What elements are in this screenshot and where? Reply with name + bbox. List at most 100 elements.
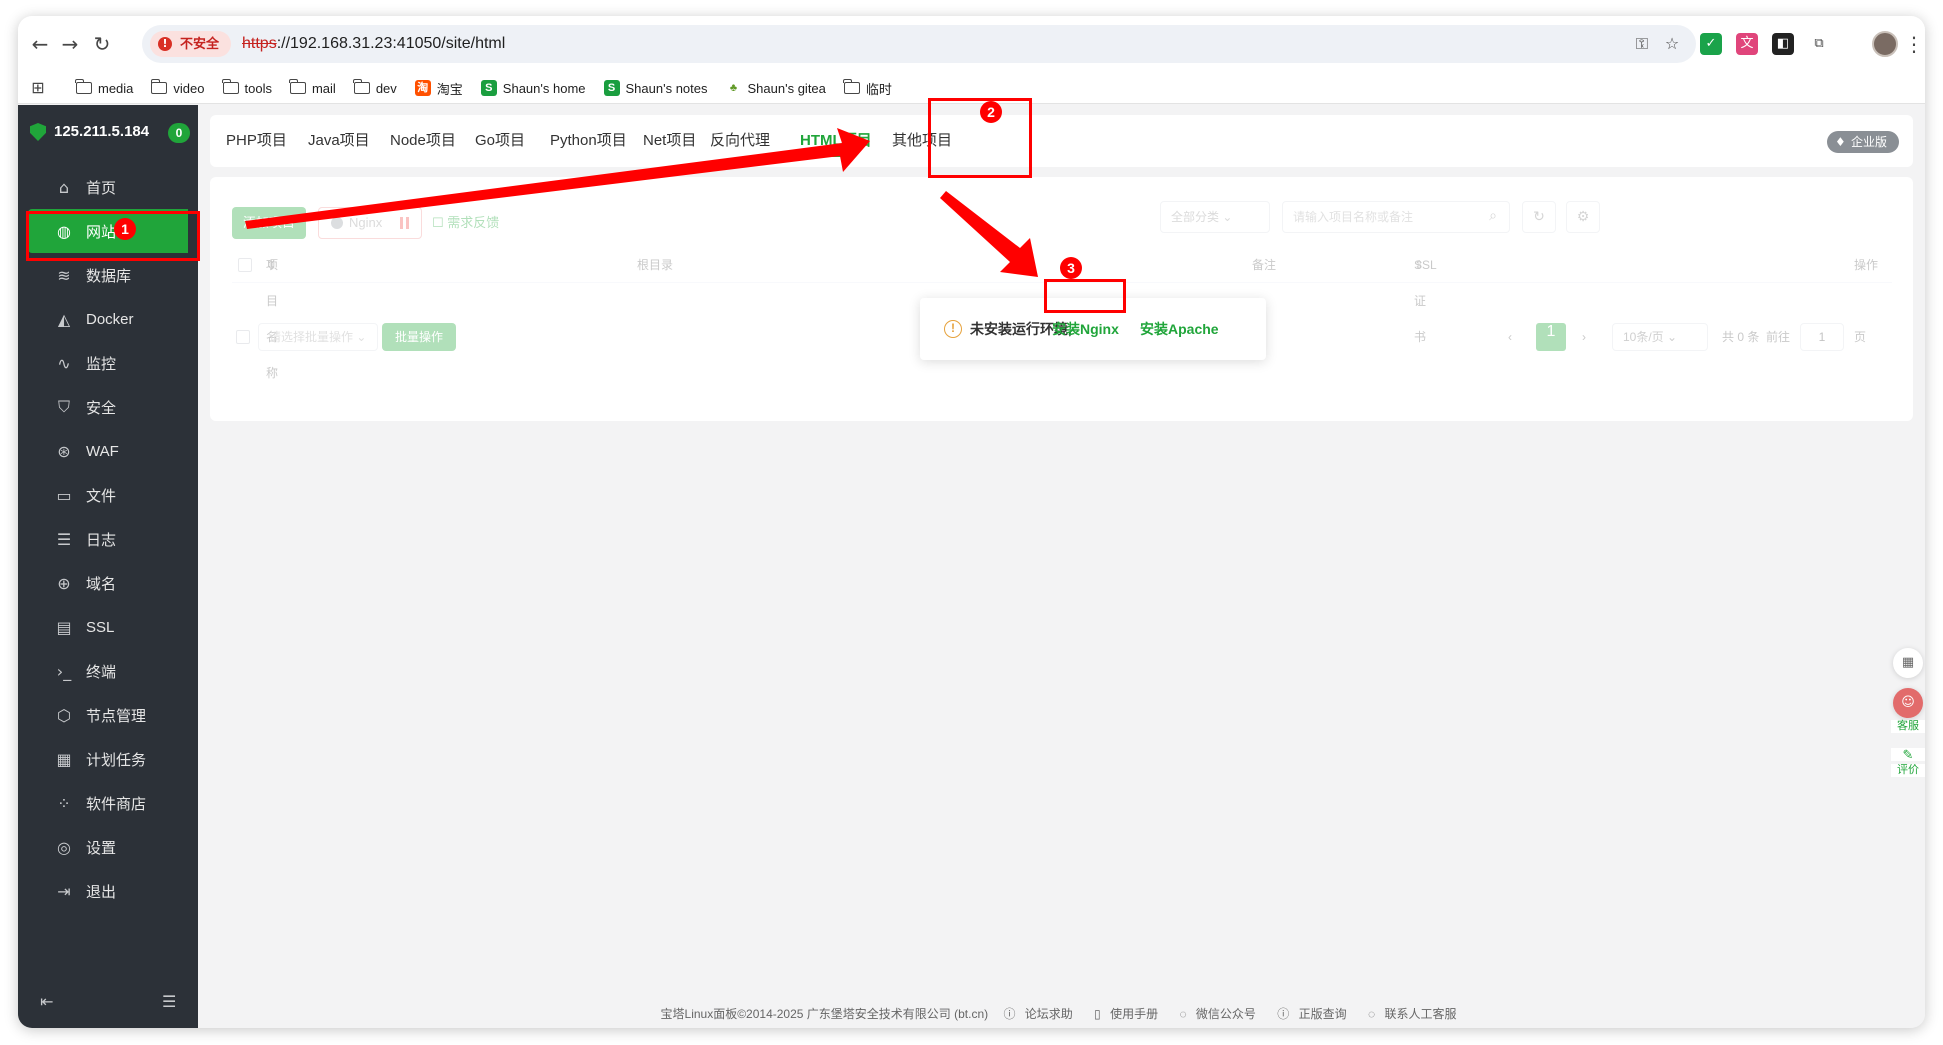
security-indicator[interactable]: ! 不安全 [150, 31, 232, 57]
prev-page-icon[interactable]: ‹ [1508, 323, 1512, 351]
sidebar-item-4[interactable]: ∿ 监控 [18, 341, 198, 385]
bookmark-item[interactable]: 临时 [843, 79, 892, 98]
key-icon[interactable]: ⚿ [1630, 32, 1654, 56]
profile-avatar[interactable] [1872, 31, 1898, 57]
tab-7[interactable]: HTML项目 [800, 115, 872, 167]
add-project-button[interactable]: 添加项目 [232, 207, 306, 239]
list-icon[interactable]: ☰ [162, 992, 176, 1011]
footer-link-wechat[interactable]: ◌ 微信公众号 [1179, 1007, 1261, 1021]
bookmark-list: media video tools mail dev 淘淘宝 S Shaun's home S S… [75, 72, 892, 104]
warning-icon: ! [158, 37, 172, 51]
qrcode-icon[interactable]: ▦ [1893, 648, 1923, 678]
sidebar-item-5[interactable]: ⛉ 安全 [18, 385, 198, 429]
bookmark-item[interactable]: S Shaun's home [480, 80, 586, 96]
search-icon[interactable]: ⌕ [1476, 201, 1510, 233]
notification-badge[interactable]: 0 [168, 123, 190, 143]
floating-toolbar: ▦ ☺ 客服 ✎ 评价 [1891, 636, 1925, 816]
home-icon: ⌂ [58, 177, 70, 197]
sidebar-item-10[interactable]: ▤ SSL [18, 605, 198, 649]
next-page-icon[interactable]: › [1582, 323, 1586, 351]
install-nginx-link[interactable]: 安装Nginx [1052, 319, 1119, 339]
tab-5[interactable]: Net项目 [643, 115, 696, 167]
col-name[interactable]: 项目名称 ⇕ [266, 247, 278, 380]
feedback-link[interactable]: ☐ 需求反馈 [432, 207, 499, 239]
batch-button[interactable]: 批量操作 [382, 323, 456, 351]
collapse-icon[interactable]: ⇤ [40, 992, 53, 1011]
gem-icon: ♦ [1834, 135, 1846, 149]
install-apache-link[interactable]: 安装Apache [1140, 319, 1219, 339]
page-current[interactable]: 1 [1536, 323, 1566, 351]
main-content: ♦ 企业版 PHP项目 Java项目 Node项目 Go项目 Python项目 Net项目反… [198, 105, 1925, 1028]
batch-checkbox[interactable] [236, 330, 250, 344]
browser-menu-icon[interactable]: ⋮ [1904, 30, 1924, 58]
sidebar-item-13[interactable]: ▦ 计划任务 [18, 737, 198, 781]
sidebar-item-7[interactable]: ▭ 文件 [18, 473, 198, 517]
ssl-icon: ▤ [56, 617, 72, 637]
bookmark-item[interactable]: video [150, 79, 205, 96]
pause-icon [400, 217, 409, 229]
gear-icon[interactable]: ⚙ [1566, 201, 1600, 233]
address-bar[interactable]: ! 不安全 https://192.168.31.23:41050/site/ht… [142, 25, 1696, 63]
tab-2[interactable]: Node项目 [390, 115, 456, 167]
goto-label: 前往 [1766, 330, 1791, 344]
tab-0[interactable]: PHP项目 [226, 115, 287, 167]
sidebar-item-0[interactable]: ⌂ 首页 [18, 165, 198, 209]
database-icon: ≋ [57, 265, 71, 285]
sidebar-item-8[interactable]: ☰ 日志 [18, 517, 198, 561]
tab-extension-icon[interactable]: ◧ [1772, 33, 1794, 55]
annotation-box-install-nginx [1044, 279, 1126, 313]
goto-input[interactable]: 1 [1800, 323, 1844, 351]
category-select[interactable]: 全部分类 ⌄ [1160, 201, 1270, 233]
bookmark-item[interactable]: ♣ Shaun's gitea [726, 80, 826, 96]
tab-6[interactable]: 反向代理 [710, 115, 770, 167]
tab-4[interactable]: Python项目 [550, 115, 627, 167]
batch-select[interactable]: 请选择批量操作 ⌄ [258, 323, 378, 351]
sidebar-footer: ⇤ ☰ [18, 988, 198, 1018]
puzzle-icon[interactable]: ⧉ [1808, 33, 1830, 55]
forward-icon[interactable]: → [56, 30, 84, 58]
edit-icon[interactable]: ✎ [1891, 748, 1925, 761]
waf-icon: ⊛ [57, 441, 71, 461]
check-extension-icon[interactable]: ✓ [1700, 33, 1722, 55]
service-label[interactable]: 客服 [1891, 720, 1925, 733]
project-tabs: ♦ 企业版 PHP项目 Java项目 Node项目 Go项目 Python项目 Net项目反… [210, 115, 1913, 167]
sidebar-item-16[interactable]: ⇥ 退出 [18, 869, 198, 913]
footer-link-forum[interactable]: ⓘ 论坛求助 [1003, 1007, 1078, 1021]
tab-3[interactable]: Go项目 [475, 115, 525, 167]
page-size-select[interactable]: 10条/页 ⌄ [1612, 323, 1708, 351]
tab-1[interactable]: Java项目 [308, 115, 370, 167]
nginx-status[interactable]: Nginx [318, 207, 422, 239]
select-all-checkbox[interactable] [238, 258, 252, 272]
enterprise-badge[interactable]: ♦ 企业版 [1826, 131, 1899, 153]
translate-extension-icon[interactable]: 文 [1736, 33, 1758, 55]
col-ssl[interactable]: SSL证书 ⇕ [1414, 247, 1437, 344]
bookmark-item[interactable]: mail [289, 79, 336, 96]
bookmark-item[interactable]: S Shaun's notes [603, 80, 708, 96]
back-icon[interactable]: ← [26, 30, 54, 58]
footer-link-support[interactable]: ◌ 联系人工客服 [1368, 1007, 1462, 1021]
service-avatar-icon[interactable]: ☺ [1893, 688, 1923, 718]
sidebar-item-12[interactable]: ⬡ 节点管理 [18, 693, 198, 737]
sidebar-item-3[interactable]: ◭ Docker [18, 297, 198, 341]
bookmark-item[interactable]: dev [353, 79, 397, 96]
bookmark-item[interactable]: media [75, 79, 133, 96]
reload-icon[interactable]: ↻ [88, 30, 116, 58]
annotation-number-2: 2 [980, 101, 1002, 123]
sidebar-item-11[interactable]: ›_ 终端 [18, 649, 198, 693]
sidebar-item-15[interactable]: ◎ 设置 [18, 825, 198, 869]
sidebar-item-9[interactable]: ⊕ 域名 [18, 561, 198, 605]
star-icon[interactable]: ☆ [1660, 32, 1684, 56]
sidebar-item-6[interactable]: ⊛ WAF [18, 429, 198, 473]
calendar-icon: ▦ [56, 749, 72, 769]
sidebar-item-14[interactable]: ⁘ 软件商店 [18, 781, 198, 825]
apps-grid-icon[interactable]: ⊞ [28, 78, 48, 98]
footer-link-manual[interactable]: ▯ 使用手册 [1094, 1007, 1164, 1021]
bookmark-item[interactable]: 淘淘宝 [414, 79, 463, 98]
bookmark-item[interactable]: tools [221, 79, 272, 96]
refresh-icon[interactable]: ↻ [1522, 201, 1556, 233]
warning-icon: ! [944, 320, 962, 338]
review-label[interactable]: 评价 [1891, 764, 1925, 777]
server-ip: 125.211.5.184 [54, 123, 150, 140]
footer-link-license[interactable]: ⓘ 正版查询 [1277, 1007, 1352, 1021]
url-text[interactable]: https://192.168.31.23:41050/site/html [242, 25, 505, 63]
